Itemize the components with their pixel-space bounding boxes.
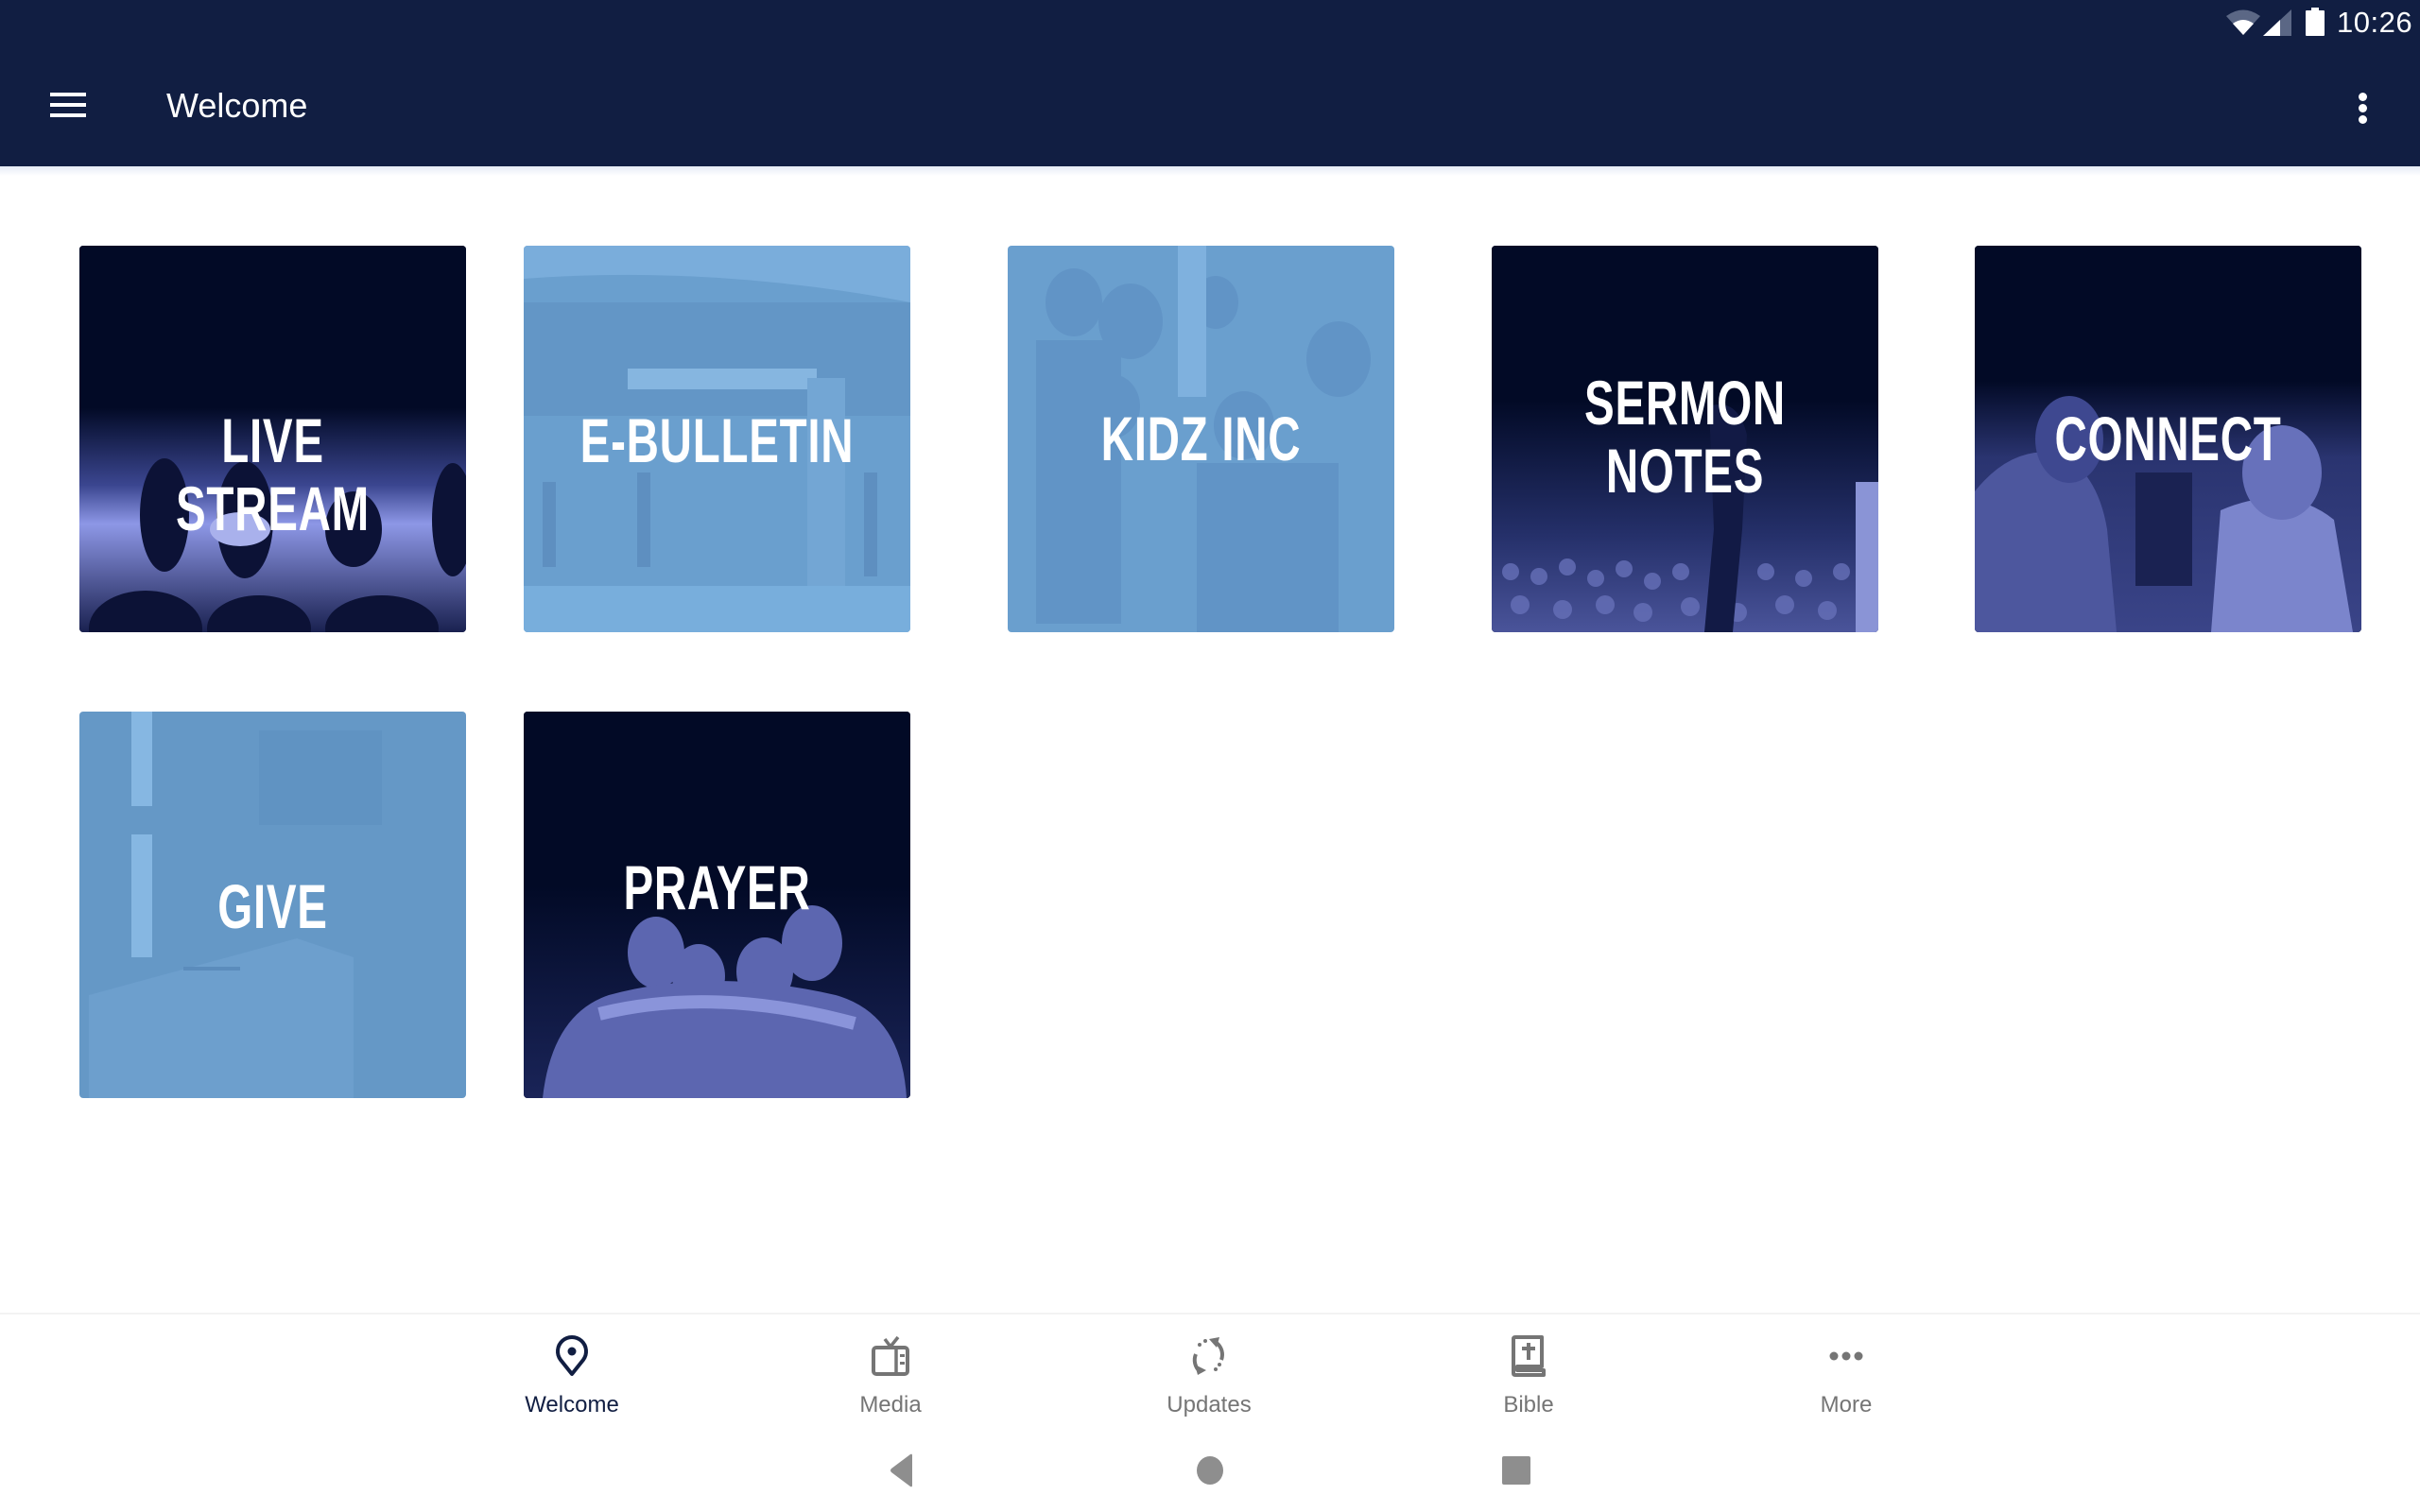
nav-label: Bible: [1503, 1392, 1554, 1418]
more-horiz-icon: [1829, 1351, 1863, 1361]
nav-label: More: [1820, 1392, 1873, 1418]
nav-item-more[interactable]: More: [1742, 1333, 1950, 1428]
clock: 10:26: [2337, 6, 2413, 39]
tile-label: LIVE STREAM: [176, 405, 370, 543]
nav-label: Updates: [1167, 1392, 1252, 1418]
tile-connect[interactable]: CONNECT: [1975, 246, 2361, 632]
tile-e-bulletin[interactable]: E-BULLETIN: [524, 246, 910, 632]
bible-icon: [1512, 1335, 1546, 1377]
location-pin-icon: [556, 1335, 588, 1376]
tile-label: KIDZ INC: [1100, 404, 1302, 473]
wifi-icon: [2226, 9, 2260, 35]
nav-item-bible[interactable]: Bible: [1425, 1333, 1633, 1428]
tile-kidz-inc[interactable]: KIDZ INC: [1008, 246, 1394, 632]
tv-icon: [872, 1335, 909, 1376]
nav-label: Welcome: [525, 1392, 619, 1418]
tile-label: CONNECT: [2054, 404, 2282, 473]
header-shadow: [0, 166, 2420, 176]
tile-label: GIVE: [217, 871, 328, 941]
tile-live-stream[interactable]: LIVE STREAM: [79, 246, 466, 632]
tile-sermon-notes[interactable]: SERMON NOTES: [1492, 246, 1878, 632]
tile-label: PRAYER: [623, 852, 811, 922]
home-icon[interactable]: [1191, 1452, 1229, 1489]
recents-icon[interactable]: [1497, 1452, 1535, 1489]
tile-label: SERMON NOTES: [1584, 368, 1786, 506]
nav-item-welcome[interactable]: Welcome: [468, 1333, 676, 1428]
bottom-navigation: Welcome Media Updates Bible More: [0, 1313, 2420, 1426]
cellular-signal-icon: [2263, 9, 2291, 36]
overflow-menu-button[interactable]: [2342, 77, 2384, 138]
nav-label: Media: [859, 1392, 922, 1418]
nav-item-updates[interactable]: Updates: [1105, 1333, 1313, 1428]
nav-item-media[interactable]: Media: [786, 1333, 994, 1428]
tile-label: E-BULLETIN: [579, 405, 855, 475]
system-navigation-bar: [0, 1427, 2420, 1512]
app-header: [0, 0, 2420, 166]
tile-give[interactable]: GIVE: [79, 712, 466, 1098]
back-icon[interactable]: [884, 1452, 922, 1489]
sync-icon: [1192, 1337, 1224, 1375]
tile-prayer[interactable]: PRAYER: [524, 712, 910, 1098]
battery-icon: [2306, 8, 2325, 36]
menu-button[interactable]: [38, 76, 98, 136]
page-title: Welcome: [166, 86, 308, 125]
